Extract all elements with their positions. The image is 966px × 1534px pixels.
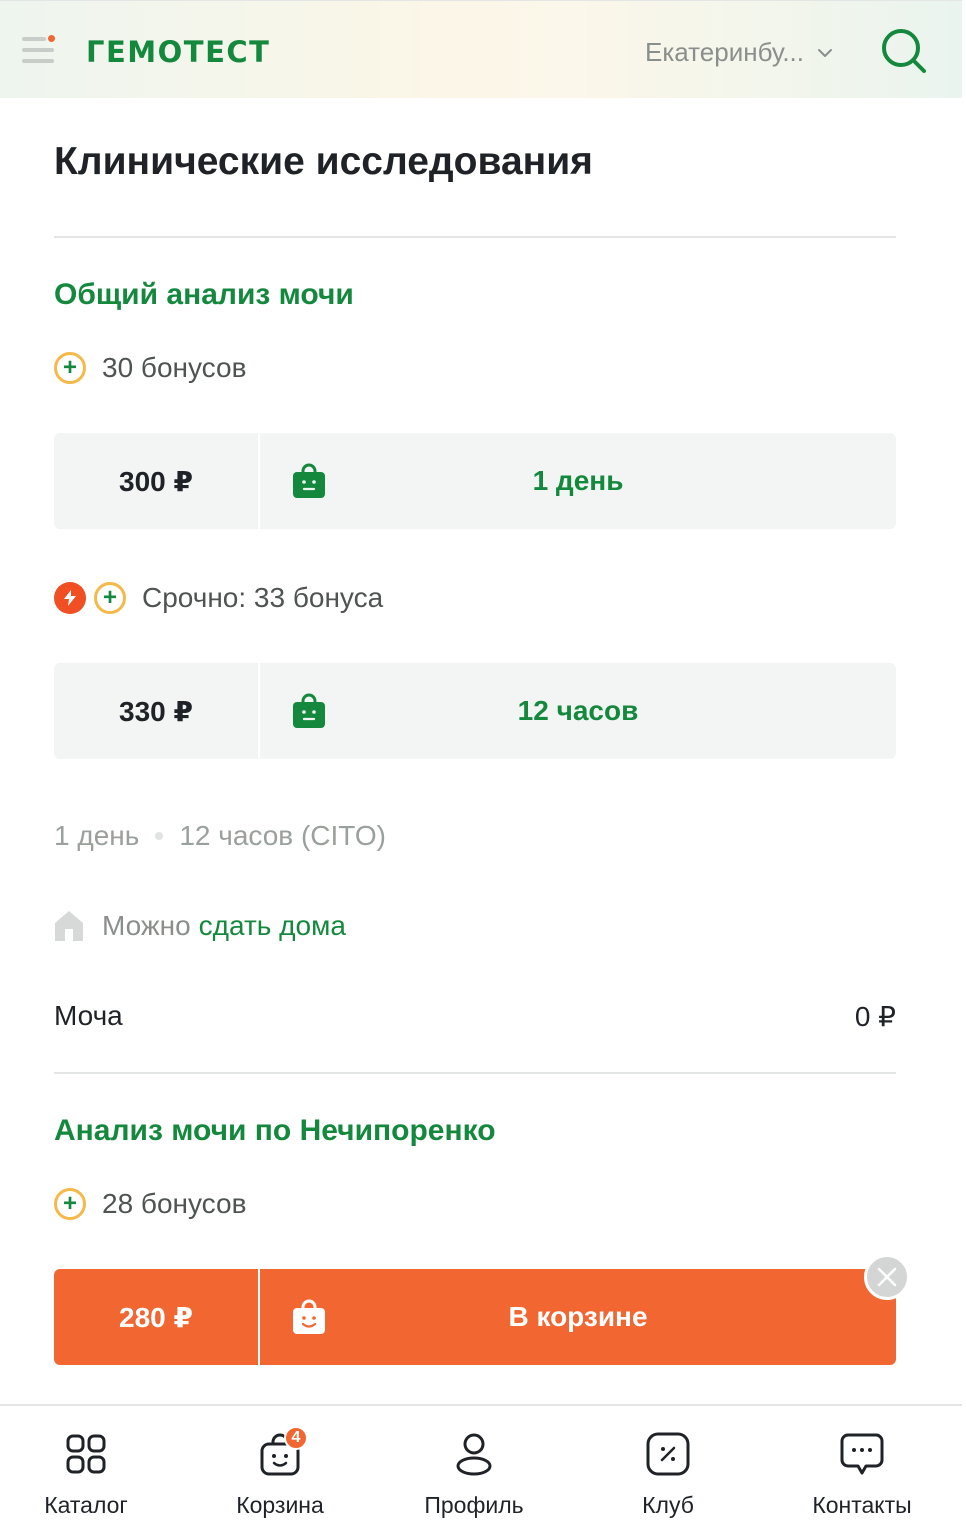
bonus-row: + 28 бонусов bbox=[54, 1188, 246, 1220]
home-collection-row: Можно сдать дома bbox=[54, 910, 346, 942]
discount-icon bbox=[646, 1432, 690, 1476]
lightning-icon bbox=[54, 582, 86, 614]
nav-label: Каталог bbox=[44, 1492, 128, 1518]
divider bbox=[54, 236, 896, 238]
nav-label: Профиль bbox=[424, 1492, 524, 1518]
nav-item-cart[interactable]: 4 Корзина bbox=[190, 1406, 370, 1534]
chat-icon bbox=[840, 1433, 884, 1475]
catalog-grid-icon bbox=[66, 1434, 106, 1474]
bonus-plus-icon: + bbox=[94, 582, 126, 614]
city-selector[interactable]: Екатеринбу... bbox=[645, 37, 834, 68]
term-label-area: 12 часов bbox=[260, 663, 896, 759]
home-collection-link[interactable]: сдать дома bbox=[199, 910, 346, 942]
search-icon[interactable] bbox=[880, 27, 928, 75]
bottom-navigation: Каталог 4 Корзина Профиль Клуб Контакты bbox=[0, 1404, 962, 1534]
nav-item-catalog[interactable]: Каталог bbox=[0, 1406, 176, 1534]
nav-label: Корзина bbox=[236, 1492, 324, 1518]
shopping-bag-icon bbox=[293, 463, 325, 498]
home-icon bbox=[55, 911, 83, 941]
term-regular: 1 день bbox=[54, 820, 140, 851]
close-icon bbox=[877, 1267, 897, 1287]
terms-row: 1 день 12 часов (CITO) bbox=[54, 820, 386, 852]
price-label: 330 ₽ bbox=[54, 663, 260, 759]
brand-logo[interactable]: ГЕМОТЕСТ bbox=[86, 35, 270, 69]
urgent-bonus-label: Срочно: 33 бонуса bbox=[142, 582, 384, 613]
add-urgent-to-cart-button[interactable]: 330 ₽ 12 часов bbox=[54, 663, 896, 759]
menu-icon[interactable] bbox=[22, 35, 58, 67]
shopping-bag-icon bbox=[293, 693, 325, 728]
biomaterial-row: Моча 0 ₽ bbox=[54, 1000, 896, 1033]
term-label-area: 1 день bbox=[260, 433, 896, 529]
nav-item-contacts[interactable]: Контакты bbox=[772, 1406, 952, 1534]
remove-from-cart-button[interactable] bbox=[864, 1254, 910, 1300]
bonus-row: + 30 бонусов bbox=[54, 352, 246, 384]
add-to-cart-button[interactable]: 300 ₽ 1 день bbox=[54, 433, 896, 529]
term-label: 12 часов bbox=[517, 695, 639, 726]
analysis-title[interactable]: Общий анализ мочи bbox=[54, 278, 354, 312]
nav-label: Контакты bbox=[812, 1492, 912, 1518]
urgent-bonus-row: + Срочно: 33 бонуса bbox=[54, 582, 383, 614]
cart-count-badge: 4 bbox=[284, 1426, 308, 1450]
shopping-bag-icon bbox=[293, 1299, 325, 1334]
in-cart-label-area: В корзине bbox=[260, 1269, 896, 1365]
price-label: 280 ₽ bbox=[54, 1269, 260, 1365]
nav-item-profile[interactable]: Профиль bbox=[384, 1406, 564, 1534]
biomaterial-price: 0 ₽ bbox=[854, 1001, 896, 1032]
divider bbox=[54, 1072, 896, 1074]
user-icon bbox=[456, 1433, 492, 1476]
bonus-plus-icon: + bbox=[54, 1188, 86, 1220]
home-prefix: Можно bbox=[102, 910, 191, 941]
in-cart-button[interactable]: 280 ₽ В корзине bbox=[54, 1269, 896, 1365]
term-cito: 12 часов (CITO) bbox=[179, 820, 386, 851]
bonus-label: 28 бонусов bbox=[102, 1188, 247, 1219]
biomaterial-label: Моча bbox=[54, 1000, 123, 1031]
price-label: 300 ₽ bbox=[54, 433, 260, 529]
separator-dot bbox=[155, 832, 164, 840]
nav-label: Клуб bbox=[642, 1492, 694, 1518]
bonus-label: 30 бонусов bbox=[102, 352, 247, 383]
chevron-down-icon bbox=[817, 48, 832, 57]
analysis-title[interactable]: Анализ мочи по Нечипоренко bbox=[54, 1114, 496, 1148]
city-label: Екатеринбу... bbox=[645, 37, 804, 67]
bonus-plus-icon: + bbox=[54, 352, 86, 384]
nav-item-club[interactable]: Клуб bbox=[578, 1406, 758, 1534]
app-header: ГЕМОТЕСТ Екатеринбу... bbox=[0, 0, 962, 98]
term-label: 1 день bbox=[532, 465, 624, 496]
page-title: Клинические исследования bbox=[54, 140, 593, 183]
in-cart-label: В корзине bbox=[508, 1301, 648, 1332]
cart-icon-wrap: 4 bbox=[258, 1426, 308, 1476]
